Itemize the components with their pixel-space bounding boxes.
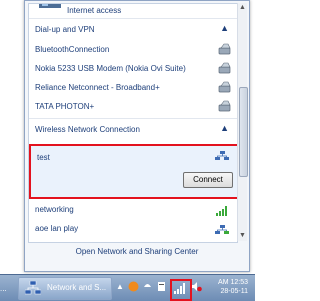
notification-tray-icon[interactable]	[142, 281, 153, 292]
modem-icon	[218, 100, 231, 112]
list-item-label: BluetoothConnection	[35, 45, 110, 54]
show-hidden-icons-icon[interactable]: ▲	[116, 282, 124, 291]
list-item-label: networking	[35, 205, 74, 214]
taskbar: ... Network and S... ▲ AM 12:53 28-05-11	[0, 274, 255, 301]
scroll-up-icon[interactable]: ▲	[238, 3, 247, 13]
selected-network-test[interactable]: test Connect	[29, 144, 237, 199]
network-signal-icon[interactable]	[174, 283, 185, 294]
taskbar-overflow-label[interactable]: ...	[0, 279, 18, 299]
app-tray-icon[interactable]	[128, 281, 139, 292]
list-item-label: Nokia 5233 USB Modem (Nokia Ovi Suite)	[35, 64, 186, 73]
scroll-down-icon[interactable]: ▼	[238, 231, 247, 241]
taskbar-window-label: Network and S...	[47, 283, 107, 292]
action-center-icon[interactable]	[156, 281, 167, 292]
network-adapter-icon	[215, 151, 229, 160]
list-item-networking[interactable]: networking	[29, 201, 237, 220]
list-item-tata-photon[interactable]: TATA PHOTON+	[29, 98, 237, 117]
list-item-label: aoe lan play	[35, 224, 79, 233]
connect-button[interactable]: Connect	[183, 172, 233, 188]
list-item-aoe-lan-play[interactable]: aoe lan play	[29, 220, 237, 239]
chevron-up-icon[interactable]: ▲	[220, 23, 229, 33]
signal-strength-icon	[216, 206, 227, 216]
list-item-reliance[interactable]: Reliance Netconnect - Broadband+	[29, 79, 237, 98]
dialup-vpn-label: Dial-up and VPN	[35, 25, 95, 34]
network-window-icon	[25, 281, 41, 295]
list-item-bluetooth[interactable]: BluetoothConnection	[29, 41, 237, 60]
list-item-label: Reliance Netconnect - Broadband+	[35, 83, 160, 92]
scrollbar[interactable]: ▲ ▼	[237, 3, 248, 241]
scroll-thumb[interactable]	[239, 87, 248, 177]
network-adapter-icon	[215, 225, 229, 234]
wireless-header-label: Wireless Network Connection	[35, 125, 140, 134]
divider	[29, 18, 237, 19]
volume-muted-icon[interactable]	[191, 281, 202, 292]
clock-time: AM 12:53	[218, 279, 248, 286]
divider	[29, 118, 237, 119]
taskbar-network-window-button[interactable]: Network and S...	[18, 277, 112, 300]
system-clock[interactable]: AM 12:53 28-05-11	[208, 278, 248, 296]
wireless-header[interactable]: Wireless Network Connection ▲	[29, 121, 237, 140]
chevron-up-icon[interactable]: ▲	[220, 123, 229, 133]
clock-date: 28-05-11	[220, 288, 248, 295]
network-list: Internet access Dial-up and VPN ▲ Blueto…	[28, 3, 238, 243]
list-item-nokia-modem[interactable]: Nokia 5233 USB Modem (Nokia Ovi Suite)	[29, 60, 237, 79]
network-flyout: Internet access Dial-up and VPN ▲ Blueto…	[24, 0, 250, 272]
modem-icon	[218, 43, 231, 55]
internet-access-label: Internet access	[67, 6, 122, 15]
modem-icon	[218, 81, 231, 93]
network-name: test	[37, 153, 50, 162]
list-item-label: TATA PHOTON+	[35, 102, 95, 111]
modem-icon	[218, 62, 231, 74]
dialup-vpn-header[interactable]: Dial-up and VPN ▲	[29, 21, 237, 40]
open-network-sharing-center-link[interactable]: Open Network and Sharing Center	[25, 247, 249, 256]
internet-network-icon	[39, 4, 61, 8]
